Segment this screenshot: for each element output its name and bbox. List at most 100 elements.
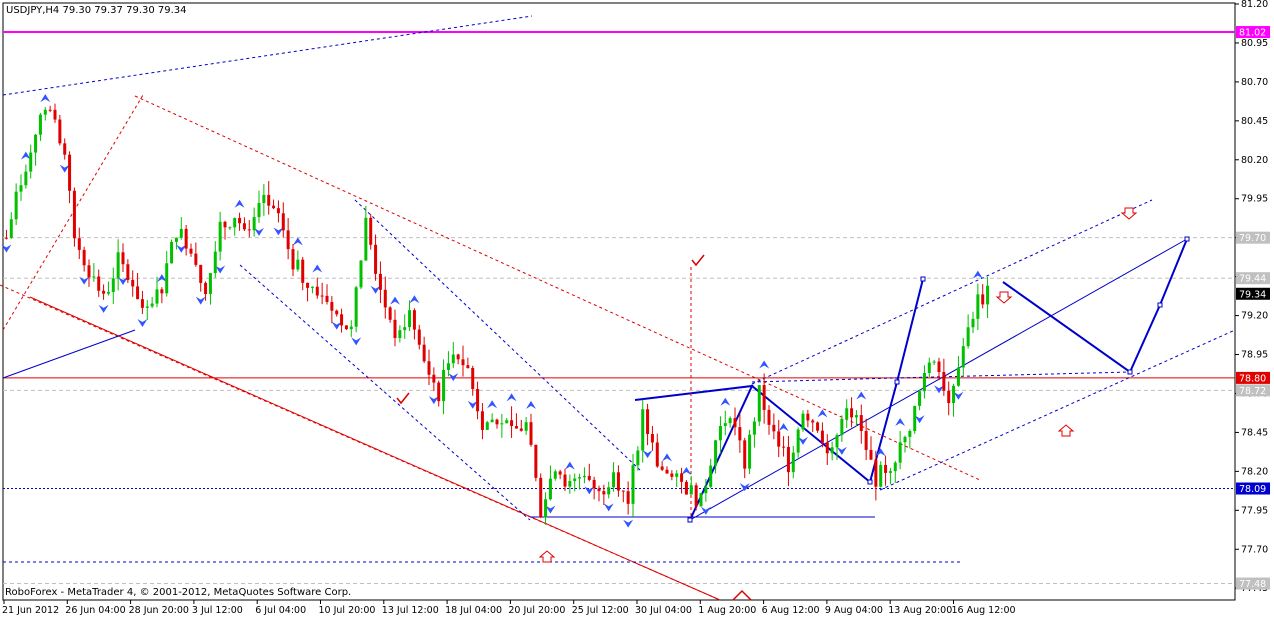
candle-body xyxy=(58,119,62,144)
candle-body xyxy=(160,289,164,294)
candle-body xyxy=(738,427,742,441)
candle-body xyxy=(801,413,805,430)
candle-body xyxy=(728,418,732,424)
candle-body xyxy=(68,154,72,191)
candle-body xyxy=(228,227,232,229)
candle-body xyxy=(184,228,188,249)
candle-body xyxy=(655,442,659,467)
candle-body xyxy=(233,217,237,228)
candle-body xyxy=(349,326,353,330)
candle-body xyxy=(116,252,120,279)
candle-body xyxy=(927,362,931,373)
candle-body xyxy=(325,295,329,302)
candle-body xyxy=(806,413,810,421)
candle-body xyxy=(699,493,703,507)
y-tick-label: 78.45 xyxy=(1241,427,1268,438)
wave-point xyxy=(920,276,926,282)
price-label: 77.48 xyxy=(1239,579,1266,590)
x-tick-label: 6 Aug 12:00 xyxy=(762,605,820,616)
candle-body xyxy=(893,462,897,472)
candle-body xyxy=(961,346,965,368)
x-tick-label: 10 Jul 20:00 xyxy=(319,605,376,616)
price-label: 79.34 xyxy=(1239,289,1266,300)
candle-body xyxy=(82,249,86,266)
candle-body xyxy=(519,428,523,431)
candle-body xyxy=(417,329,421,345)
candle-body xyxy=(199,264,203,283)
x-tick-label: 16 Aug 12:00 xyxy=(952,605,1016,616)
candle-body xyxy=(296,259,300,270)
candle-body xyxy=(578,477,582,479)
candle-body xyxy=(612,472,616,488)
candle-body xyxy=(514,426,518,429)
forecast-point xyxy=(1184,236,1190,242)
candle-body xyxy=(757,385,761,422)
candle-body xyxy=(820,430,824,443)
candle-body xyxy=(684,481,688,495)
candle-body xyxy=(72,190,76,239)
candle-body xyxy=(752,421,756,435)
candle-body xyxy=(4,237,8,239)
candle-body xyxy=(374,244,378,274)
candle-body xyxy=(19,185,23,192)
candle-body xyxy=(131,279,135,287)
candle-body xyxy=(937,361,941,373)
candle-body xyxy=(189,248,193,254)
candle-body xyxy=(986,285,990,305)
candle-body xyxy=(194,253,198,265)
candle-body xyxy=(913,405,917,431)
candle-body xyxy=(510,420,514,427)
candle-body xyxy=(544,499,548,518)
candle-body xyxy=(966,327,970,347)
symbol-header: USDJPY,H4 79.30 79.37 79.30 79.34 xyxy=(6,5,187,16)
candle-body xyxy=(442,369,446,402)
candle-body xyxy=(354,287,358,327)
candle-body xyxy=(446,363,450,370)
y-tick-label: 80.95 xyxy=(1241,38,1268,49)
candle-body xyxy=(694,485,698,507)
candle-body xyxy=(952,385,956,404)
candle-body xyxy=(767,409,771,425)
candle-body xyxy=(145,306,149,308)
candle-body xyxy=(505,420,509,424)
candle-body xyxy=(53,109,57,120)
candle-body xyxy=(272,205,276,209)
candle-body xyxy=(898,442,902,463)
candle-body xyxy=(947,390,951,404)
candle-body xyxy=(811,420,815,423)
candle-body xyxy=(903,436,907,443)
candle-body xyxy=(252,217,256,231)
candle-body xyxy=(636,450,640,466)
copyright-text: RoboForex - MetaTrader 4, © 2001-2012, M… xyxy=(5,587,351,598)
candle-body xyxy=(850,408,854,418)
x-tick-label: 26 Jun 04:00 xyxy=(65,605,125,616)
candle-body xyxy=(641,409,645,451)
candle-body xyxy=(344,325,348,330)
candle-body xyxy=(330,301,334,311)
candle-body xyxy=(854,415,858,418)
candle-body xyxy=(563,474,567,487)
candle-body xyxy=(830,447,834,454)
candle-body xyxy=(165,263,169,294)
candle-body xyxy=(369,217,373,245)
candle-body xyxy=(796,429,800,453)
candle-body xyxy=(422,344,426,362)
candle-body xyxy=(650,434,654,443)
candle-body xyxy=(208,273,212,295)
candle-body xyxy=(267,194,271,206)
candle-body xyxy=(922,372,926,392)
candle-body xyxy=(257,202,261,218)
candle-body xyxy=(932,361,936,363)
candle-body xyxy=(364,217,368,261)
candle-body xyxy=(660,466,664,470)
x-tick-label: 30 Jul 04:00 xyxy=(635,605,692,616)
candle-body xyxy=(77,238,81,250)
candle-body xyxy=(480,411,484,430)
candle-body xyxy=(102,290,106,294)
candle-body xyxy=(383,289,387,308)
candle-body xyxy=(981,294,985,305)
candle-body xyxy=(335,310,339,315)
candle-body xyxy=(24,171,28,186)
y-tick-label: 80.45 xyxy=(1241,116,1268,127)
candle-body xyxy=(524,422,528,431)
